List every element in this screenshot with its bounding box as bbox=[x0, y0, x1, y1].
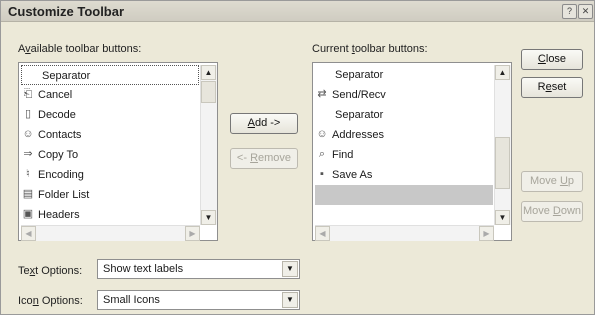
move-up-button[interactable]: Move Up bbox=[521, 171, 583, 192]
move-up-label-mnemonic: U bbox=[559, 175, 568, 187]
current-horizontal-scrollbar[interactable]: ◀ ▶ bbox=[315, 225, 494, 241]
list-item-label: Folder List bbox=[38, 189, 90, 201]
text-options-label: Text Options: bbox=[18, 265, 82, 277]
list-item-label: Separator bbox=[335, 109, 384, 121]
dialog-title: Customize Toolbar bbox=[8, 4, 125, 19]
scroll-left-icon[interactable]: ◀ bbox=[315, 226, 330, 241]
list-item[interactable]: ♮ Encoding bbox=[21, 165, 199, 185]
list-item-label: Separator bbox=[335, 69, 384, 81]
add-label-mnemonic: A bbox=[247, 117, 255, 129]
current-buttons-label: Current toolbar buttons: bbox=[312, 43, 428, 55]
folder-list-icon: ▤ bbox=[22, 188, 34, 200]
contacts-icon: ☺ bbox=[22, 128, 34, 140]
move-down-label-mnemonic: D bbox=[552, 205, 561, 217]
list-item[interactable]: Separator bbox=[21, 65, 199, 85]
text-options-label-prefix: Te bbox=[18, 265, 30, 277]
scroll-down-icon[interactable]: ▼ bbox=[495, 210, 510, 225]
scroll-thumb[interactable] bbox=[201, 81, 216, 103]
chevron-down-icon[interactable]: ▼ bbox=[282, 261, 298, 277]
list-item[interactable]: ☺ Contacts bbox=[21, 125, 199, 145]
remove-label-rest: emove bbox=[258, 152, 292, 164]
remove-button[interactable]: <- Remove bbox=[230, 148, 298, 169]
scroll-up-icon[interactable]: ▲ bbox=[495, 65, 510, 80]
reset-button[interactable]: Reset bbox=[521, 77, 583, 98]
available-buttons-list[interactable]: Separator ⎗ Cancel ▯ Decode ☺ Contacts ⇒ Cop… bbox=[18, 62, 218, 241]
find-icon: ⌕ bbox=[318, 148, 326, 160]
addresses-icon: ☺ bbox=[316, 128, 328, 140]
close-button[interactable]: Close bbox=[521, 49, 583, 70]
headers-icon: ▣ bbox=[22, 208, 34, 220]
close-window-button[interactable]: ✕ bbox=[578, 4, 593, 19]
list-item[interactable]: Separator bbox=[315, 105, 493, 125]
reset-label-prefix: R bbox=[537, 81, 546, 93]
add-button[interactable]: Add -> bbox=[230, 113, 298, 134]
reset-label-rest: set bbox=[551, 81, 567, 93]
encoding-icon: ♮ bbox=[26, 168, 30, 180]
list-item-label: Decode bbox=[38, 109, 76, 121]
help-button[interactable]: ? bbox=[562, 4, 577, 19]
customize-toolbar-dialog: Customize Toolbar ? ✕ Available toolbar … bbox=[0, 0, 595, 315]
icon-options-value: Small Icons bbox=[103, 294, 160, 306]
list-item[interactable]: ⌕ Find bbox=[315, 145, 493, 165]
available-buttons-label: Available toolbar buttons: bbox=[18, 43, 141, 55]
list-item-label: Send/Recv bbox=[332, 89, 386, 101]
list-item[interactable]: ▣ Headers bbox=[21, 205, 199, 225]
list-item[interactable]: ⇄ Send/Recv bbox=[315, 85, 493, 105]
list-item-label: Save As bbox=[332, 169, 373, 181]
send-recv-icon: ⇄ bbox=[317, 88, 327, 100]
move-down-button[interactable]: Move Down bbox=[521, 201, 583, 222]
scroll-right-icon[interactable]: ▶ bbox=[479, 226, 494, 241]
list-item-label: Separator bbox=[42, 70, 91, 82]
chevron-down-icon[interactable]: ▼ bbox=[282, 292, 298, 308]
close-label-rest: lose bbox=[545, 53, 567, 65]
text-options-select[interactable]: Show text labels ▼ bbox=[97, 259, 300, 279]
copy-to-icon: ⇒ bbox=[23, 148, 33, 160]
scroll-thumb[interactable] bbox=[495, 137, 510, 189]
move-down-label-prefix: Move bbox=[522, 205, 553, 217]
list-item-label: Find bbox=[332, 149, 354, 161]
current-buttons-list[interactable]: Separator ⇄ Send/Recv Separator ☺ Addresse… bbox=[312, 62, 512, 241]
icon-options-label-rest: Options: bbox=[38, 295, 83, 307]
title-bar: Customize Toolbar ? ✕ bbox=[1, 1, 594, 22]
list-item-label: Encoding bbox=[38, 169, 84, 181]
icon-options-select[interactable]: Small Icons ▼ bbox=[97, 290, 300, 310]
list-item[interactable]: ▪ Save As bbox=[315, 165, 493, 185]
list-item-selected[interactable] bbox=[315, 185, 493, 205]
close-label-mnemonic: C bbox=[537, 53, 546, 65]
available-vertical-scrollbar[interactable]: ▲ ▼ bbox=[200, 65, 217, 225]
save-as-icon: ▪ bbox=[320, 168, 324, 180]
decode-icon: ▯ bbox=[24, 108, 32, 120]
list-item[interactable]: ☺ Addresses bbox=[315, 125, 493, 145]
icon-options-label-prefix: Ico bbox=[18, 295, 33, 307]
list-item-label: Headers bbox=[38, 209, 80, 221]
list-item[interactable]: ▤ Folder List bbox=[21, 185, 199, 205]
add-label-rest: dd -> bbox=[254, 117, 281, 129]
text-options-value: Show text labels bbox=[103, 263, 184, 275]
list-item-label: Addresses bbox=[332, 129, 384, 141]
current-label-rest: oolbar buttons: bbox=[354, 43, 428, 55]
list-item-label: Cancel bbox=[38, 89, 73, 101]
cancel-icon: ⎗ bbox=[23, 88, 33, 100]
move-up-label-rest: p bbox=[567, 175, 575, 187]
scroll-down-icon[interactable]: ▼ bbox=[201, 210, 216, 225]
list-item[interactable]: ⇒ Copy To bbox=[21, 145, 199, 165]
available-label-rest: ailable toolbar buttons: bbox=[30, 43, 142, 55]
remove-label-mnemonic: R bbox=[250, 152, 259, 164]
list-item-label: Contacts bbox=[38, 129, 82, 141]
scroll-right-icon[interactable]: ▶ bbox=[185, 226, 200, 241]
scroll-up-icon[interactable]: ▲ bbox=[201, 65, 216, 80]
available-horizontal-scrollbar[interactable]: ◀ ▶ bbox=[21, 225, 200, 241]
move-up-label-prefix: Move bbox=[529, 175, 560, 187]
list-item[interactable]: Separator bbox=[315, 65, 493, 85]
current-vertical-scrollbar[interactable]: ▲ ▼ bbox=[494, 65, 511, 225]
remove-label-prefix: <- bbox=[236, 152, 251, 164]
current-label-prefix: Current bbox=[312, 43, 352, 55]
list-item[interactable]: ▯ Decode bbox=[21, 105, 199, 125]
list-item[interactable]: ⎗ Cancel bbox=[21, 85, 199, 105]
scroll-left-icon[interactable]: ◀ bbox=[21, 226, 36, 241]
move-down-label-rest: own bbox=[560, 205, 582, 217]
icon-options-label: Icon Options: bbox=[18, 295, 83, 307]
text-options-label-rest: t Options: bbox=[35, 265, 83, 277]
list-item-label: Copy To bbox=[38, 149, 79, 161]
